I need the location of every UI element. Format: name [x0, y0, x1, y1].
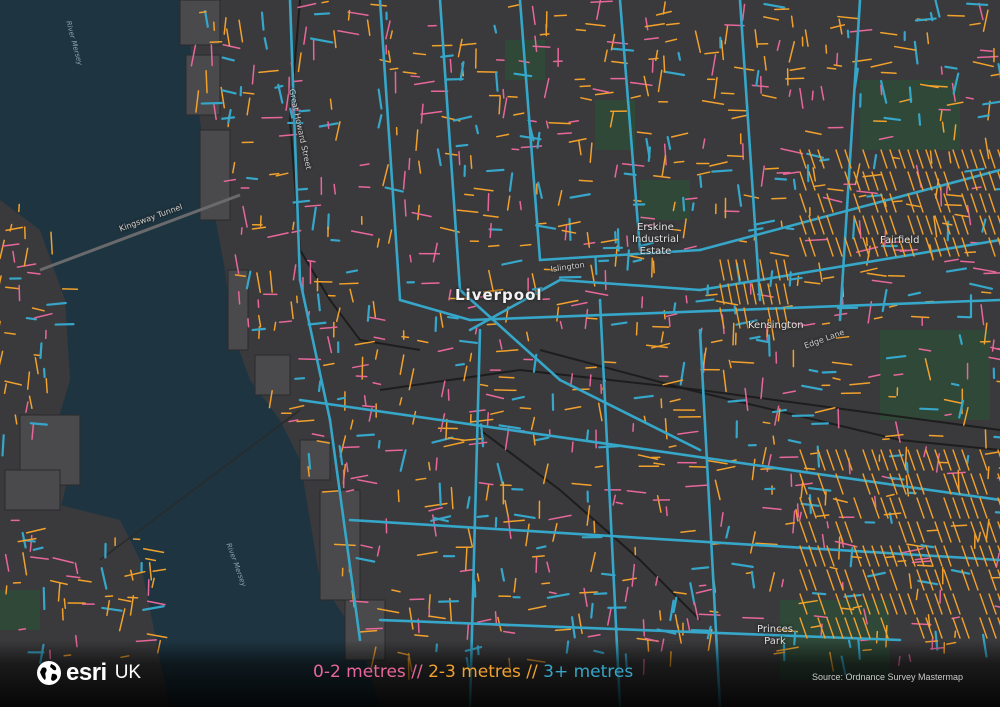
legend-separator: //	[520, 662, 544, 682]
place-label-line: Estate	[639, 246, 672, 257]
street-width-map[interactable]	[0, 0, 1000, 707]
legend-item-medium: 2-3 metres	[428, 662, 521, 682]
place-label-fairfield[interactable]: Fairfield	[880, 235, 919, 247]
legend-item-wide: 3+ metres	[543, 662, 634, 682]
place-label-line: Industrial	[632, 234, 679, 245]
logo-wordmark: esri	[66, 659, 107, 686]
legend-separator: //	[405, 662, 429, 682]
logo-region: UK	[114, 662, 142, 683]
city-label-liverpool[interactable]: Liverpool	[455, 286, 543, 304]
esri-uk-logo: esri UK	[36, 658, 141, 688]
globe-icon	[37, 661, 61, 685]
place-label-line: Erskine	[637, 222, 674, 233]
legend-item-narrow: 0-2 metres	[313, 662, 406, 682]
place-label-kensington[interactable]: Kensington	[748, 320, 804, 332]
road-width-legend: 0-2 metres // 2-3 metres // 3+ metres	[313, 662, 633, 682]
place-label-line: Princes	[757, 624, 793, 635]
place-label-erskine[interactable]: Erskine Industrial Estate	[632, 222, 679, 258]
source-attribution: Source: Ordnance Survey Mastermap	[812, 672, 964, 682]
